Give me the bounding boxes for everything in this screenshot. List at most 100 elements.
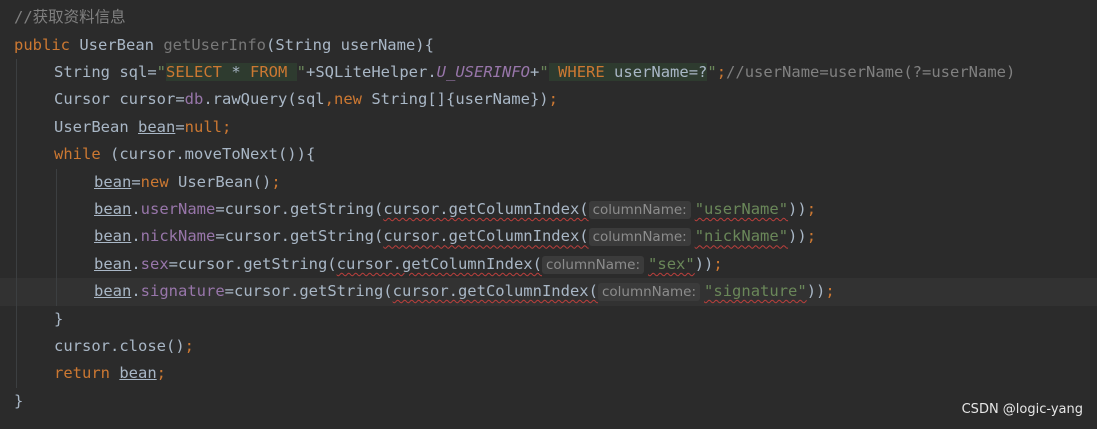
indent-guide	[16, 305, 17, 333]
code-token: .rawQuery(sql	[203, 90, 325, 109]
code-line[interactable]: bean=new UserBean();	[0, 168, 1097, 196]
indent-guide	[16, 168, 17, 196]
code-token: cursor.getColumnIndex(	[383, 200, 589, 218]
code-token: ))	[806, 282, 826, 301]
code-line[interactable]: }	[0, 305, 1097, 333]
code-text: bean.signature=cursor.getString(cursor.g…	[94, 278, 835, 306]
code-token: userName	[140, 200, 216, 218]
code-token: signature	[140, 282, 225, 301]
code-line[interactable]: }	[0, 388, 1097, 415]
code-token: FROM	[250, 63, 288, 81]
code-line[interactable]: bean.nickName=cursor.getString(cursor.ge…	[0, 223, 1097, 251]
code-token: }	[54, 309, 64, 328]
parameter-hint: columnName:	[588, 201, 691, 219]
code-token: bean	[119, 364, 157, 383]
code-token: cursor.getColumnIndex(	[383, 227, 589, 246]
code-token: bean	[94, 227, 132, 246]
indent-guide	[16, 250, 17, 279]
code-token: ;	[825, 282, 835, 301]
code-token: ))	[788, 227, 807, 246]
indent-guide	[16, 223, 17, 251]
code-token: null	[184, 117, 222, 136]
indent-guide	[56, 196, 57, 224]
code-token: String[]{userName})	[362, 90, 549, 109]
code-token: String sql=	[54, 63, 157, 81]
code-token: SELECT	[166, 63, 222, 81]
code-token: ,	[324, 90, 334, 109]
code-token: cursor.close()	[54, 337, 185, 355]
code-token: ;	[713, 254, 723, 273]
code-text: UserBean bean=null;	[54, 114, 231, 141]
indent-guide	[56, 250, 57, 279]
indent-guide	[16, 141, 17, 169]
code-token: =	[175, 117, 185, 136]
code-token: Cursor cursor=	[54, 90, 185, 109]
code-line[interactable]: Cursor cursor=db.rawQuery(sql,new String…	[0, 86, 1097, 114]
code-token: db	[184, 90, 204, 109]
code-token: cursor.getColumnIndex(	[336, 254, 542, 273]
code-line[interactable]: bean.userName=cursor.getString(cursor.ge…	[0, 196, 1097, 224]
code-token: ;	[222, 117, 232, 136]
code-token: bean	[94, 254, 132, 273]
code-text: bean.sex=cursor.getString(cursor.getColu…	[94, 251, 723, 279]
code-editor[interactable]: //获取资料信息 public UserBean getUserInfo(Stri…	[0, 0, 1097, 429]
code-token: +	[530, 63, 540, 81]
code-token: +SQLiteHelper.	[306, 63, 437, 81]
code-token: UserBean	[70, 35, 164, 54]
code-text: return bean;	[54, 360, 166, 387]
code-token: ))	[788, 200, 807, 218]
code-line[interactable]: bean.sex=cursor.getString(cursor.getColu…	[0, 250, 1097, 279]
code-token: ;	[806, 227, 817, 246]
code-token: nickName	[140, 227, 216, 246]
code-token: "	[539, 63, 549, 81]
code-token: U_USERINFO	[436, 63, 530, 81]
code-text: cursor.close();	[54, 333, 194, 360]
indent-guide	[16, 86, 17, 114]
indent-guide	[56, 278, 57, 306]
code-token: ;	[716, 63, 727, 81]
parameter-hint: columnName:	[541, 255, 645, 274]
code-line[interactable]: String sql="SELECT * FROM "+SQLiteHelper…	[0, 59, 1097, 87]
code-token: ;	[548, 90, 558, 109]
indent-guide	[16, 59, 17, 87]
code-token: "	[296, 63, 307, 81]
code-token: getUserInfo	[163, 35, 266, 54]
code-token: userName=?	[604, 63, 708, 81]
code-line[interactable]: cursor.close();	[0, 333, 1097, 361]
code-token: .	[131, 200, 141, 218]
code-token: ;	[271, 172, 281, 191]
code-line[interactable]: while (cursor.moveToNext()){	[0, 141, 1097, 169]
code-token: ))	[694, 254, 714, 273]
parameter-hint: columnName:	[588, 228, 691, 247]
code-token: "sex"	[648, 254, 695, 273]
code-token: "signature"	[704, 282, 807, 301]
code-token: bean	[138, 117, 176, 136]
code-text: //获取资料信息	[14, 4, 126, 31]
code-text: String sql="SELECT * FROM "+SQLiteHelper…	[54, 59, 1015, 86]
code-line[interactable]: public UserBean getUserInfo(String userN…	[0, 32, 1097, 59]
code-token: ;	[184, 337, 194, 355]
code-token: cursor.getColumnIndex(	[392, 282, 598, 301]
code-token: UserBean()	[168, 172, 272, 191]
indent-guide	[16, 333, 17, 361]
code-token: bean	[94, 282, 132, 301]
code-line[interactable]: bean.signature=cursor.getString(cursor.g…	[0, 278, 1097, 306]
code-line[interactable]: return bean;	[0, 360, 1097, 388]
indent-guide	[16, 360, 17, 388]
code-token: return	[54, 364, 110, 383]
code-token: =cursor.getString(	[215, 227, 384, 246]
code-text: bean.nickName=cursor.getString(cursor.ge…	[94, 223, 816, 251]
code-line[interactable]: //获取资料信息	[0, 4, 1097, 31]
code-token: =cursor.getString(	[215, 200, 384, 218]
code-text: Cursor cursor=db.rawQuery(sql,new String…	[54, 86, 558, 113]
code-token: bean	[94, 172, 132, 191]
code-token: =cursor.getString(	[224, 282, 393, 301]
code-token: while	[54, 145, 101, 164]
code-token: new	[334, 90, 362, 109]
code-line[interactable]: UserBean bean=null;	[0, 113, 1097, 142]
code-token: "nickName"	[694, 227, 789, 246]
code-token: new	[140, 172, 169, 191]
code-token: ;	[806, 200, 817, 218]
code-token: UserBean	[54, 117, 138, 136]
code-text: while (cursor.moveToNext()){	[54, 141, 315, 168]
